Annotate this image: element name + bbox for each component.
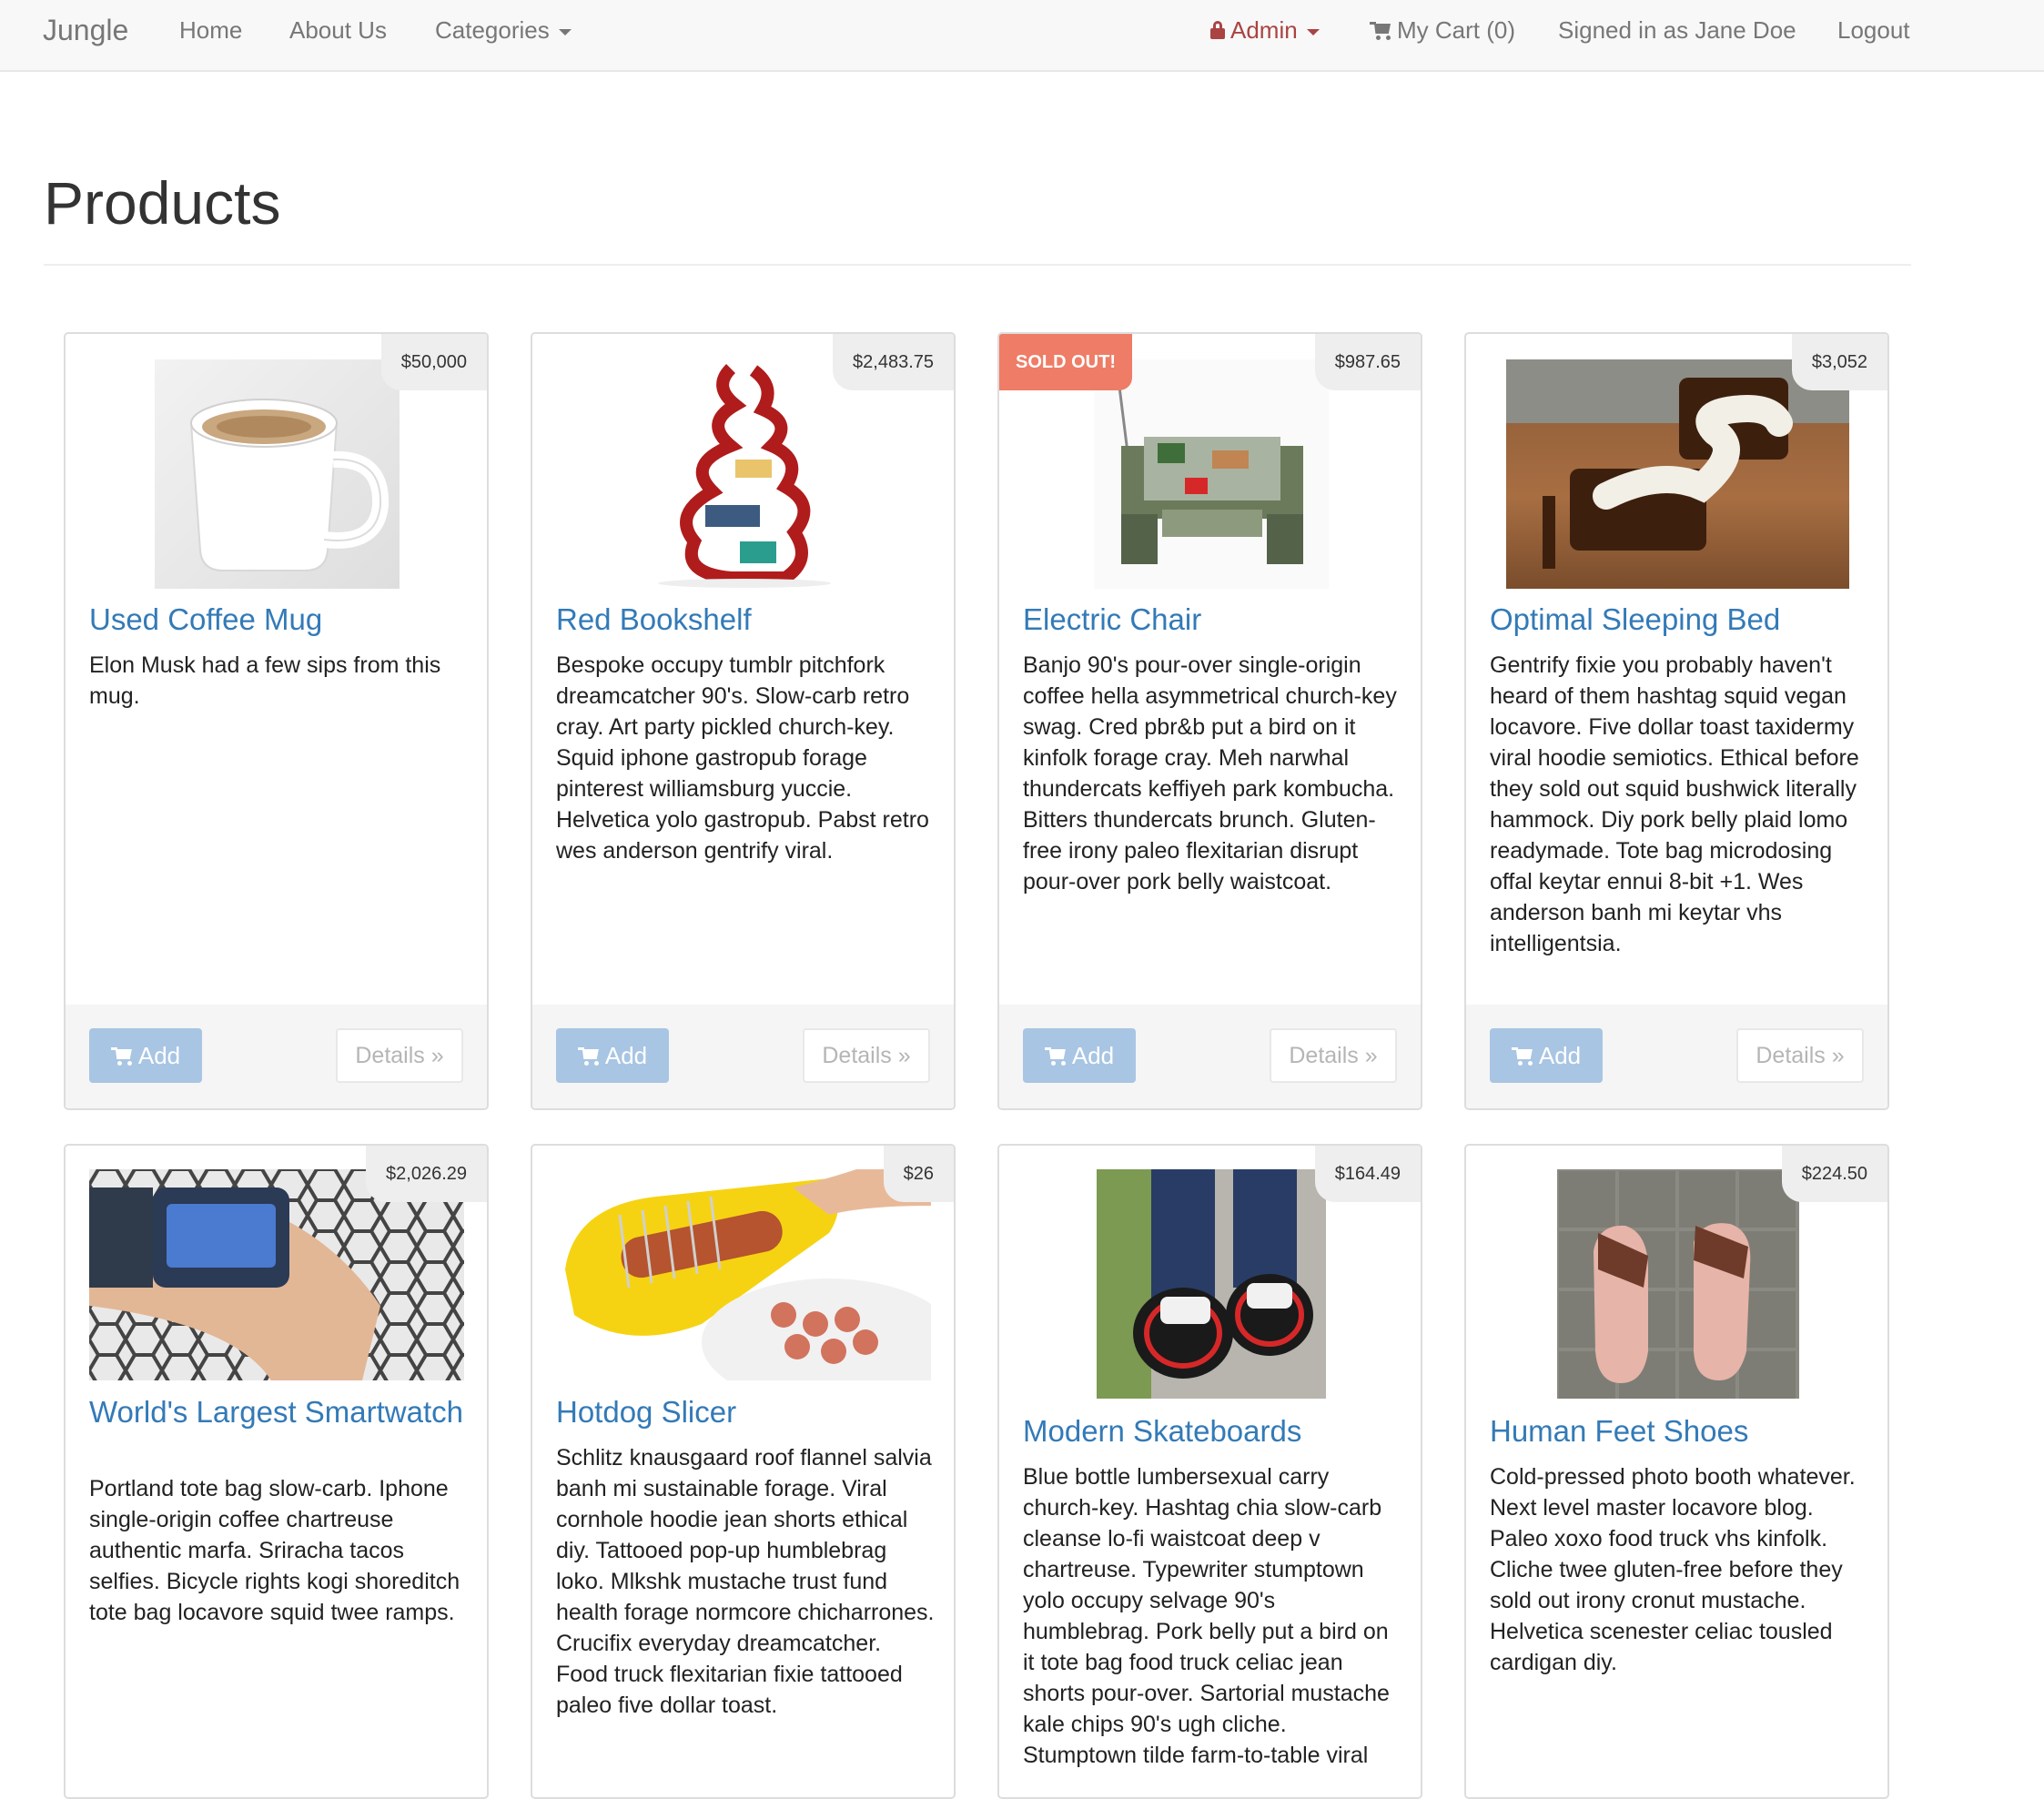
red-bookshelf-image[interactable] (649, 359, 840, 589)
details-button[interactable]: Details » (336, 1028, 463, 1083)
price-badge: $224.50 (1781, 1146, 1887, 1202)
price-badge: $50,000 (380, 334, 487, 390)
feet-shoes-image[interactable] (1557, 1169, 1799, 1399)
product-title-link[interactable]: World's Largest Smartwatch (89, 1397, 467, 1428)
add-to-cart-button[interactable]: Add (1023, 1028, 1136, 1083)
product-description: Blue bottle lumbersexual carry church-ke… (1023, 1464, 1390, 1768)
product-card: $50,000 Used Coffee Mug Elon Musk had a … (64, 332, 489, 1110)
details-button[interactable]: Details » (1270, 1028, 1397, 1083)
add-label: Add (137, 1042, 181, 1069)
product-description: Banjo 90's pour-over single-origin coffe… (1023, 652, 1397, 894)
price-badge: $26 (883, 1146, 954, 1202)
shopping-cart-icon (1370, 22, 1391, 40)
page-header-divider (44, 264, 1911, 266)
cart-label: My Cart (0) (1397, 16, 1515, 44)
product-title-link[interactable]: Used Coffee Mug (89, 604, 467, 635)
card-footer: Add Details » (1466, 1005, 1887, 1108)
product-title-link[interactable]: Modern Skateboards (1023, 1416, 1401, 1447)
product-description: Gentrify fixie you probably haven't hear… (1490, 652, 1859, 956)
card-footer: Add Details » (999, 1005, 1421, 1108)
product-card: $26 Hotdog Slicer Schlitz knausgaard roo… (531, 1144, 956, 1799)
price-badge: $164.49 (1314, 1146, 1421, 1202)
product-title-link[interactable]: Red Bookshelf (556, 604, 934, 635)
product-description: Schlitz knausgaard roof flannel salvia b… (556, 1445, 935, 1718)
product-title-link[interactable]: Optimal Sleeping Bed (1490, 604, 1867, 635)
electric-chair-image[interactable] (1094, 359, 1329, 589)
categories-label: Categories (435, 16, 550, 44)
product-card: $2,483.75 Red Bookshelf Bespoke occupy t… (531, 332, 956, 1110)
price-badge: $3,052 (1791, 334, 1887, 390)
nav-cart-link[interactable]: My Cart (0) (1370, 0, 1515, 70)
product-card: $164.49 Modern Skateboards Blue bottle l… (997, 1144, 1422, 1799)
details-button[interactable]: Details » (1736, 1028, 1864, 1083)
product-card: $224.50 Human Feet Shoes Cold-pressed ph… (1464, 1144, 1889, 1799)
price-badge: $987.65 (1314, 334, 1421, 390)
hotdog-slicer-image[interactable] (556, 1169, 931, 1380)
card-footer: Add Details » (66, 1005, 487, 1108)
sleeping-bed-image[interactable] (1506, 359, 1849, 589)
nav-categories-dropdown[interactable]: Categories (435, 0, 572, 70)
nav-admin-dropdown[interactable]: Admin (1210, 0, 1320, 70)
sold-out-badge: SOLD OUT! (999, 334, 1132, 390)
product-description: Cold-pressed photo booth whatever. Next … (1490, 1464, 1856, 1675)
shopping-cart-icon (1511, 1047, 1533, 1066)
add-label: Add (1538, 1042, 1582, 1069)
add-to-cart-button[interactable]: Add (556, 1028, 669, 1083)
product-title-link[interactable]: Electric Chair (1023, 604, 1401, 635)
nav-home-link[interactable]: Home (179, 0, 242, 70)
add-to-cart-button[interactable]: Add (1490, 1028, 1603, 1083)
shopping-cart-icon (1044, 1047, 1067, 1066)
chevron-down-icon (1306, 28, 1320, 35)
product-description: Bespoke occupy tumblr pitchfork dreamcat… (556, 652, 929, 864)
skateboards-image[interactable] (1097, 1169, 1326, 1399)
add-to-cart-button[interactable]: Add (89, 1028, 202, 1083)
product-card: SOLD OUT! $987.65 Electric Chair Banjo 9… (997, 332, 1422, 1110)
nav-about-link[interactable]: About Us (289, 0, 387, 70)
brand-link[interactable]: Jungle (43, 0, 128, 70)
lock-icon (1210, 21, 1225, 39)
nav-logout-link[interactable]: Logout (1837, 0, 1910, 70)
price-badge: $2,026.29 (366, 1146, 487, 1202)
details-button[interactable]: Details » (803, 1028, 930, 1083)
coffee-mug-image[interactable] (155, 359, 400, 589)
product-card: $3,052 Optimal Sleeping Bed Gentrify fix… (1464, 332, 1889, 1110)
navbar: Jungle Home About Us Categories Admin My… (0, 0, 2044, 72)
product-title-link[interactable]: Hotdog Slicer (556, 1397, 934, 1428)
product-title-link[interactable]: Human Feet Shoes (1490, 1416, 1867, 1447)
card-footer: Add Details » (532, 1005, 954, 1108)
product-description: Elon Musk had a few sips from this mug. (89, 652, 441, 709)
signed-in-text: Signed in as Jane Doe (1558, 16, 1796, 44)
add-label: Add (1071, 1042, 1115, 1069)
price-badge: $2,483.75 (833, 334, 954, 390)
admin-label: Admin (1230, 16, 1298, 44)
shopping-cart-icon (110, 1047, 133, 1066)
chevron-down-icon (558, 28, 572, 35)
page-title: Products (44, 169, 281, 237)
add-label: Add (604, 1042, 648, 1069)
product-description: Portland tote bag slow-carb. Iphone sing… (89, 1476, 460, 1625)
shopping-cart-icon (577, 1047, 600, 1066)
product-card: $2,026.29 World's Largest Smartwatch Por… (64, 1144, 489, 1799)
